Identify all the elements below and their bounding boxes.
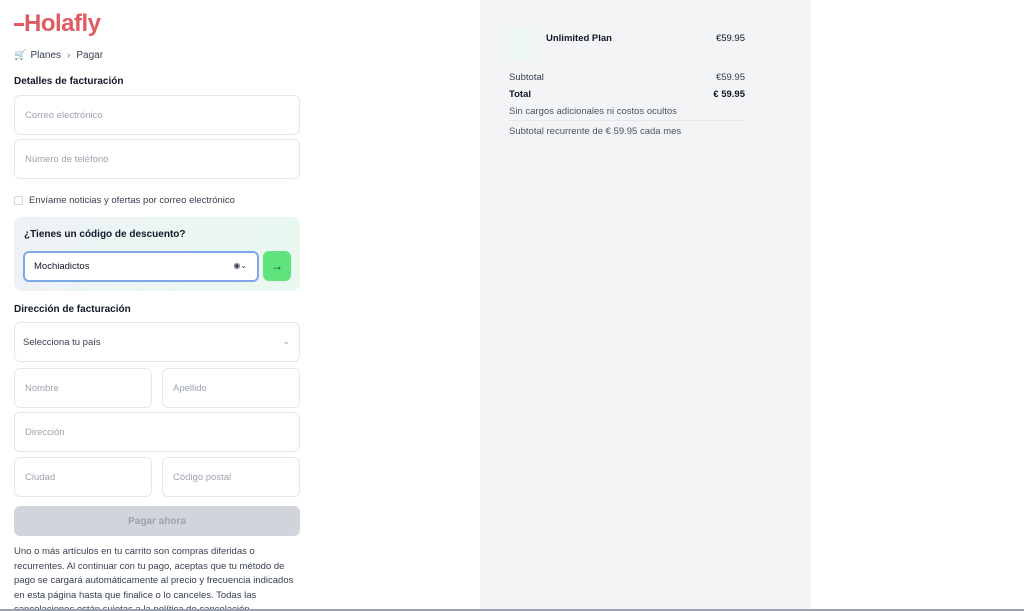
- address-input[interactable]: [15, 413, 299, 451]
- discount-title: ¿Tienes un código de descuento?: [24, 229, 186, 240]
- plan-thumbnail: [509, 28, 537, 60]
- breadcrumb-item-pagar: Pagar: [76, 50, 104, 61]
- last-name-input[interactable]: [163, 369, 299, 407]
- total-row: Total € 59.95: [509, 89, 745, 100]
- pay-now-button[interactable]: Pagar ahora: [14, 506, 300, 536]
- country-select-value: Selecciona tu país: [23, 337, 101, 348]
- logo-dash: [14, 23, 24, 27]
- breadcrumb-item-planes[interactable]: Planes: [30, 50, 61, 61]
- breadcrumb: 🛒 Planes › Pagar: [14, 50, 103, 61]
- country-select[interactable]: Selecciona tu país ⌄: [14, 322, 300, 362]
- address-field[interactable]: [14, 412, 300, 452]
- recurring-note: Subtotal recurrente de € 59.95 cada mes: [509, 126, 682, 137]
- total-label: Total: [509, 89, 531, 100]
- chevron-right-icon: ›: [67, 50, 71, 61]
- first-name-field[interactable]: [14, 368, 152, 408]
- last-name-field[interactable]: [162, 368, 300, 408]
- first-name-input[interactable]: [15, 369, 151, 407]
- eye-icon[interactable]: ◉⌄: [233, 261, 247, 270]
- arrow-right-icon: →: [271, 259, 283, 273]
- billing-details-title: Detalles de facturación: [14, 76, 124, 87]
- chevron-down-icon: ⌄: [282, 336, 290, 346]
- legal-text: Uno o más artículos en tu carrito son co…: [14, 546, 294, 611]
- item-price: €59.95: [715, 33, 745, 44]
- total-value: € 59.95: [713, 89, 745, 100]
- no-fees-note: Sin cargos adicionales ni costos ocultos: [509, 106, 677, 117]
- postal-code-field[interactable]: [162, 457, 300, 497]
- email-field[interactable]: [14, 95, 300, 135]
- city-input[interactable]: [15, 458, 151, 496]
- email-input[interactable]: [15, 96, 299, 134]
- newsletter-label: Envíame noticias y ofertas por correo el…: [29, 195, 235, 206]
- subtotal-value: €59.95: [715, 72, 745, 83]
- subtotal-row: Subtotal €59.95: [509, 72, 745, 83]
- phone-input[interactable]: [15, 140, 299, 178]
- discount-code-input[interactable]: [25, 253, 225, 280]
- newsletter-checkbox[interactable]: [14, 196, 23, 205]
- apply-discount-button[interactable]: →: [263, 251, 291, 281]
- blank-area: [811, 0, 1024, 611]
- subtotal-label: Subtotal: [509, 72, 544, 83]
- phone-field[interactable]: [14, 139, 300, 179]
- newsletter-checkbox-row[interactable]: Envíame noticias y ofertas por correo el…: [14, 195, 235, 206]
- holafly-logo[interactable]: Holafly: [14, 10, 101, 38]
- summary-divider: [509, 120, 745, 121]
- postal-code-input[interactable]: [163, 458, 299, 496]
- discount-code-section: ¿Tienes un código de descuento? ◉⌄ →: [14, 217, 300, 291]
- item-name: Unlimited Plan: [546, 33, 612, 44]
- cart-icon: 🛒: [14, 50, 27, 61]
- discount-code-field[interactable]: ◉⌄: [23, 251, 259, 282]
- city-field[interactable]: [14, 457, 152, 497]
- billing-address-title: Dirección de facturación: [14, 304, 131, 315]
